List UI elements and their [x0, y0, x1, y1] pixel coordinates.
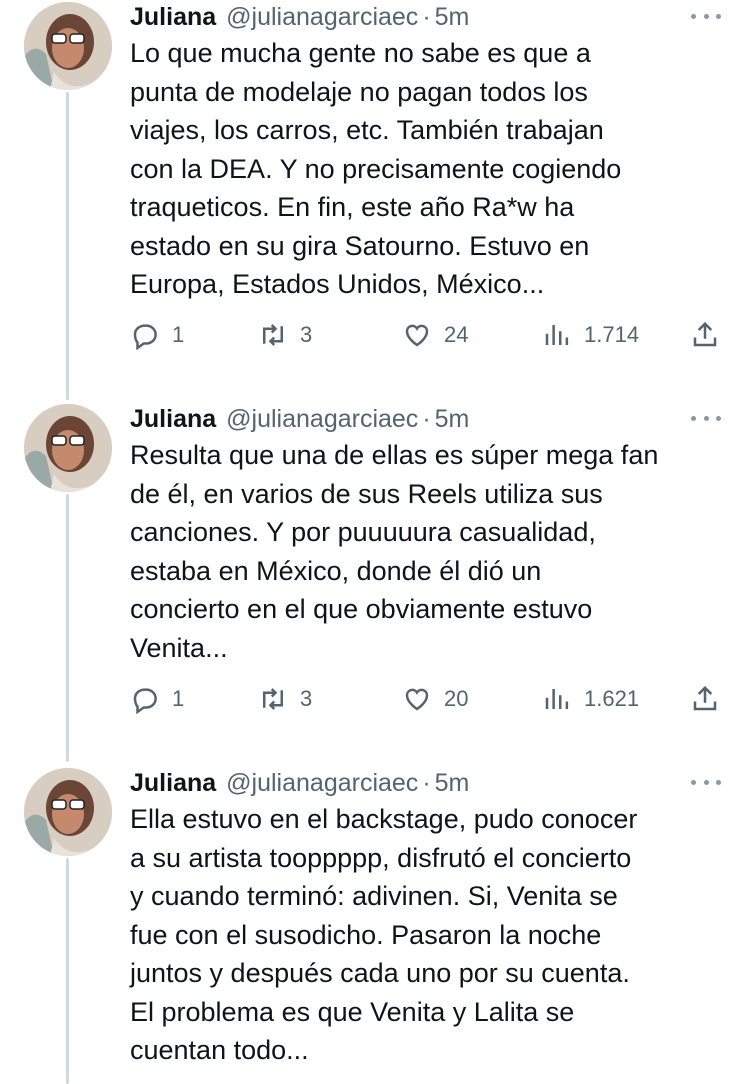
- timestamp[interactable]: 5m: [435, 405, 470, 434]
- tweet-text-line: con la DEA. Y no precisamente cogiendo: [130, 153, 622, 184]
- share-icon: [693, 321, 717, 347]
- avatar-image: [24, 2, 112, 90]
- more-icon[interactable]: [691, 408, 721, 428]
- more-icon[interactable]: [691, 6, 721, 26]
- timestamp[interactable]: 5m: [435, 769, 470, 798]
- reply-count: 1: [172, 322, 185, 347]
- reply-button[interactable]: 1: [130, 318, 184, 352]
- like-button[interactable]: 24: [402, 318, 468, 352]
- like-count: 24: [444, 322, 469, 347]
- retweet-icon: [263, 688, 283, 710]
- retweet-button[interactable]: 3: [258, 682, 312, 716]
- retweet-button[interactable]: 3: [258, 318, 312, 352]
- tweet-text-line: y cuando terminó: adivinen. Si, Venita s…: [130, 881, 618, 911]
- tweet-thread: Juliana @julianagarciaec · 5m Lo que muc…: [0, 0, 749, 1084]
- views-icon: [545, 689, 569, 709]
- tweet-text-line: concierto en el que obviamente estuvo: [130, 594, 593, 624]
- views-button[interactable]: 1.714: [542, 318, 639, 352]
- tweet-text-line: de él, en varios de sus Reels utiliza su…: [130, 478, 603, 509]
- tweet-header: Juliana @julianagarciaec · 5m: [130, 404, 469, 434]
- tweet-text-line: estado en su gira Satourno. Estuvo en: [130, 230, 590, 261]
- tweet-text: Resulta que una de ellas es súper mega f…: [130, 436, 730, 667]
- avatar[interactable]: [24, 768, 112, 856]
- display-name[interactable]: Juliana: [130, 405, 216, 434]
- timestamp[interactable]: 5m: [435, 3, 470, 32]
- separator: ·: [422, 404, 431, 433]
- tweet-text-line: cuentan todo...: [130, 1035, 309, 1065]
- tweet-actions: 1 3 20 1.621: [130, 682, 730, 716]
- tweet[interactable]: Juliana @julianagarciaec · 5m Ella estuv…: [0, 768, 749, 1084]
- tweet-text-line: a su artista tooppppp, disfrutó el conci…: [130, 842, 632, 873]
- views-button[interactable]: 1.621: [542, 682, 639, 716]
- reply-button[interactable]: 1: [130, 682, 184, 716]
- separator: ·: [422, 768, 431, 797]
- share-button[interactable]: [690, 682, 720, 716]
- heart-icon: [405, 688, 429, 711]
- tweet-text-line: fue con el susodicho. Pasaron la noche: [130, 919, 602, 950]
- tweet-text-line: viajes, los carros, etc. También trabaja…: [130, 115, 604, 145]
- views-count: 1.621: [584, 686, 640, 711]
- tweet-text-line: canciones. Y por puuuuura casualidad,: [130, 517, 596, 547]
- tweet-text-line: Resulta que una de ellas es súper mega f…: [130, 440, 659, 470]
- avatar[interactable]: [24, 404, 112, 492]
- more-icon[interactable]: [691, 772, 721, 792]
- tweet-text-line: estaba en México, donde él dió un: [130, 555, 542, 586]
- views-count: 1.714: [584, 322, 640, 347]
- retweet-icon: [263, 324, 283, 346]
- tweet-text-line: Europa, Estados Unidos, México...: [130, 269, 545, 299]
- tweet-text: Ella estuvo en el backstage, pudo conoce…: [130, 800, 730, 1070]
- tweet-header: Juliana @julianagarciaec · 5m: [130, 2, 469, 32]
- reply-icon: [133, 324, 157, 350]
- avatar-image: [24, 768, 112, 856]
- retweet-count: 3: [300, 686, 313, 711]
- heart-icon: [405, 324, 429, 347]
- user-handle[interactable]: @julianagarciaec: [226, 769, 418, 798]
- like-count: 20: [444, 686, 469, 711]
- like-button[interactable]: 20: [402, 682, 468, 716]
- share-icon: [693, 685, 717, 711]
- share-button[interactable]: [690, 318, 720, 352]
- display-name[interactable]: Juliana: [130, 769, 216, 798]
- user-handle[interactable]: @julianagarciaec: [226, 405, 418, 434]
- tweet-text-line: El problema es que Venita y Lalita se: [130, 996, 575, 1027]
- reply-icon: [133, 688, 157, 714]
- tweet-text-line: Lo que mucha gente no sabe es que a: [130, 38, 591, 68]
- avatar[interactable]: [24, 2, 112, 90]
- separator: ·: [422, 2, 431, 31]
- tweet-text-line: punta de modelaje no pagan todos los: [130, 76, 588, 107]
- tweet-header: Juliana @julianagarciaec · 5m: [130, 768, 469, 798]
- reply-count: 1: [172, 686, 185, 711]
- tweet[interactable]: Juliana @julianagarciaec · 5m Lo que muc…: [0, 2, 749, 362]
- tweet-text-line: Ella estuvo en el backstage, pudo conoce…: [130, 804, 638, 834]
- tweet[interactable]: Juliana @julianagarciaec · 5m Resulta qu…: [0, 404, 749, 734]
- views-icon: [545, 325, 569, 345]
- tweet-text-line: juntos y después cada uno por su cuenta.: [130, 958, 630, 988]
- tweet-text-line: traqueticos. En fin, este año Ra*w ha: [130, 192, 575, 222]
- display-name[interactable]: Juliana: [130, 3, 216, 32]
- tweet-text-line: Venita...: [130, 632, 228, 663]
- retweet-count: 3: [300, 322, 313, 347]
- avatar-image: [24, 404, 112, 492]
- tweet-actions: 1 3 24 1.714: [130, 318, 730, 352]
- user-handle[interactable]: @julianagarciaec: [226, 3, 418, 32]
- tweet-text: Lo que mucha gente no sabe es que a punt…: [130, 34, 730, 304]
